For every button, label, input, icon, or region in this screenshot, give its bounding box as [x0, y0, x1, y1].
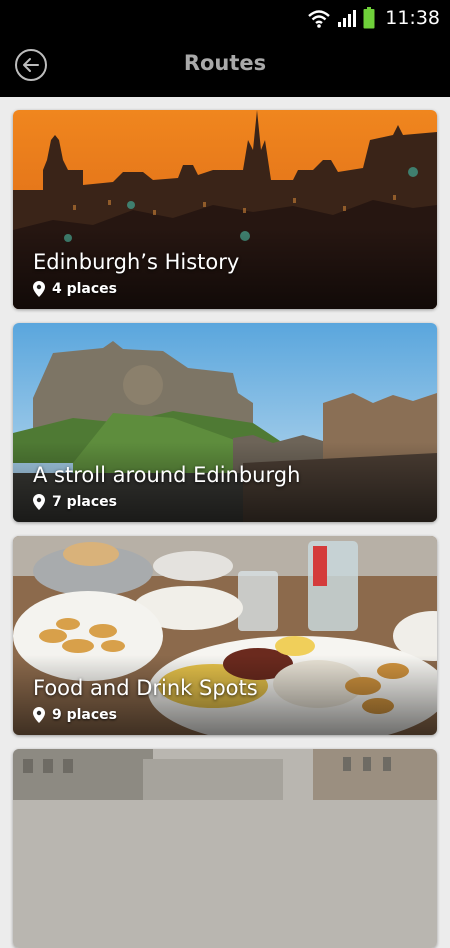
status-icons: 11:38: [307, 4, 440, 32]
places-count: 7 places: [52, 494, 118, 510]
city-street-image: [13, 749, 437, 948]
route-title: Edinburgh’s History: [33, 250, 240, 274]
route-card-food-and-drink-spots[interactable]: Food and Drink Spots 9 places: [13, 536, 437, 735]
status-time: 11:38: [385, 7, 440, 29]
page-title: Routes: [183, 51, 267, 75]
route-card-stroll-around-edinburgh[interactable]: A stroll around Edinburgh 7 places: [13, 323, 437, 522]
battery-icon: [363, 7, 375, 29]
route-title: Food and Drink Spots: [33, 676, 258, 700]
route-places: 4 places: [33, 281, 117, 297]
route-title: A stroll around Edinburgh: [33, 463, 301, 487]
route-places: 7 places: [33, 494, 117, 510]
route-places: 9 places: [33, 707, 117, 723]
app-header: Routes: [0, 36, 450, 97]
signal-icon: [338, 10, 357, 27]
wifi-icon: [308, 10, 331, 28]
status-bar: 11:38: [0, 0, 450, 36]
route-card-edinburghs-history[interactable]: Edinburgh’s History 4 places: [13, 110, 437, 309]
places-count: 4 places: [52, 281, 118, 297]
map-pin-icon: [33, 707, 45, 723]
places-count: 9 places: [52, 707, 118, 723]
map-pin-icon: [33, 494, 45, 510]
map-pin-icon: [33, 281, 45, 297]
route-card-partial[interactable]: [13, 749, 437, 948]
